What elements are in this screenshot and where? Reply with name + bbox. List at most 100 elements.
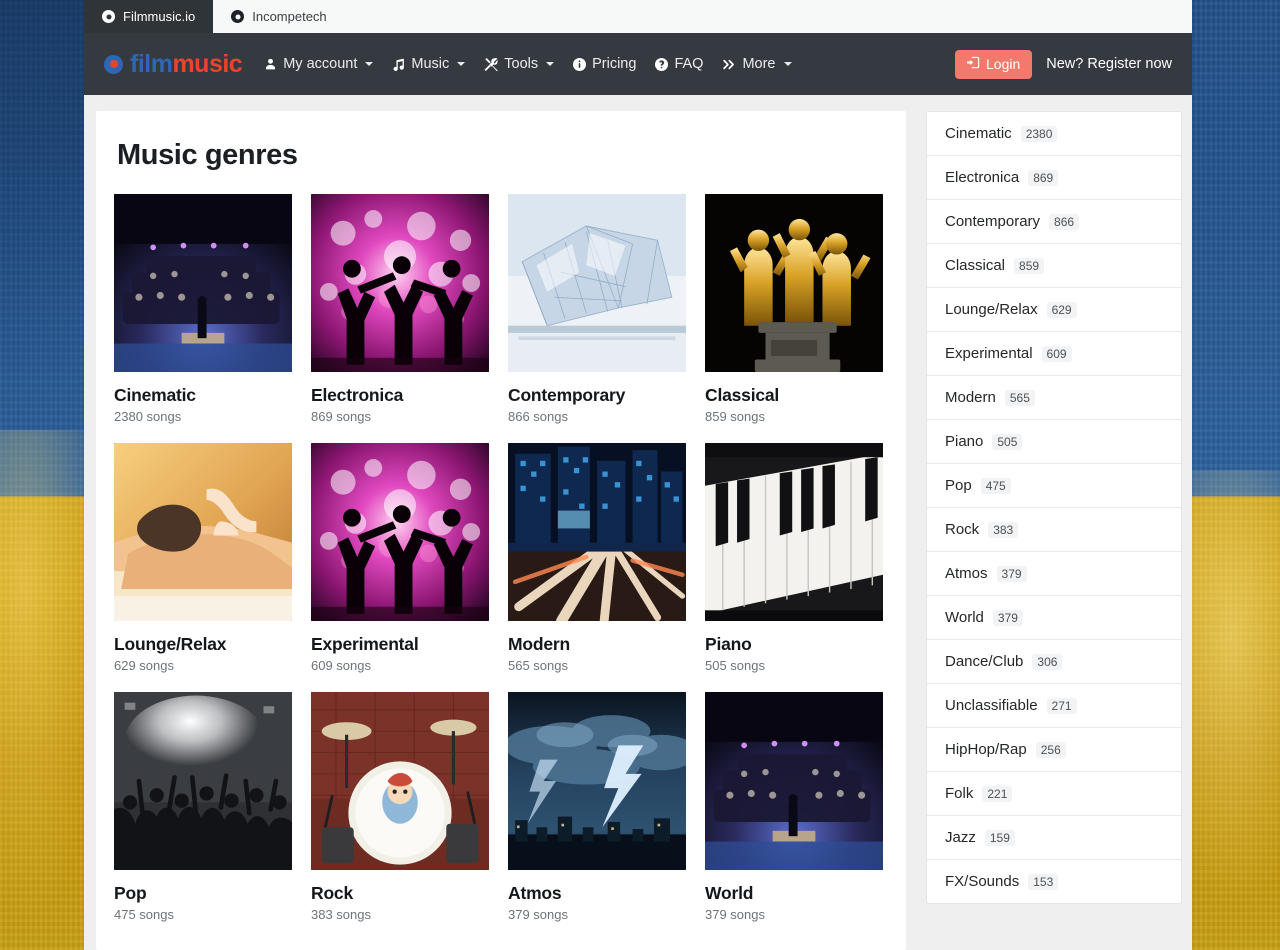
piano-keys-photo[interactable] — [705, 443, 883, 621]
user-icon — [264, 58, 277, 71]
genre-card[interactable]: World 379 songs — [705, 692, 883, 922]
sidebar-item-hiphop-rap[interactable]: HipHop/Rap 256 — [927, 728, 1181, 772]
sidebar-item-label: Atmos — [945, 565, 988, 582]
genre-card-count: 609 songs — [311, 658, 371, 673]
genre-grid: Cinematic 2380 songs Electronica 869 songs C… — [114, 194, 888, 922]
genre-card-count: 383 songs — [311, 907, 371, 922]
site-logo[interactable]: filmmusic — [104, 50, 243, 79]
sidebar-item-label: Pop — [945, 477, 972, 494]
sidebar-item-label: Modern — [945, 389, 996, 406]
dancers-bokeh-photo[interactable] — [311, 194, 489, 372]
genre-card[interactable]: Atmos 379 songs — [508, 692, 686, 922]
login-button-label: Login — [986, 55, 1021, 72]
nav-item-pricing[interactable]: Pricing — [573, 56, 636, 72]
chevron-down-icon — [546, 62, 555, 66]
sidebar-item-fx-sounds[interactable]: FX/Sounds 153 — [927, 860, 1181, 903]
golden-statues-photo[interactable] — [705, 194, 883, 372]
dancers-bokeh-photo[interactable] — [311, 443, 489, 621]
sidebar-item-count: 475 — [980, 477, 1011, 494]
genre-card-title: Piano — [705, 634, 752, 654]
sidebar-item-unclassifiable[interactable]: Unclassifiable 271 — [927, 684, 1181, 728]
lightning-storm-photo[interactable] — [508, 692, 686, 870]
sidebar-item-experimental[interactable]: Experimental 609 — [927, 332, 1181, 376]
sidebar-item-world[interactable]: World 379 — [927, 596, 1181, 640]
sidebar-item-count: 859 — [1014, 257, 1045, 274]
genre-card-title: Modern — [508, 634, 570, 654]
glass-architecture-photo[interactable] — [508, 194, 686, 372]
genre-card-count: 859 songs — [705, 409, 765, 424]
sidebar-item-count: 565 — [1004, 389, 1035, 406]
nav-item-label: Music — [411, 56, 450, 72]
sidebar-item-modern[interactable]: Modern 565 — [927, 376, 1181, 420]
music-note-icon — [392, 58, 405, 71]
info-circle-icon — [573, 57, 587, 71]
sidebar-item-jazz[interactable]: Jazz 159 — [927, 816, 1181, 860]
genre-card-title: Pop — [114, 883, 147, 903]
city-night-traffic-photo[interactable] — [508, 443, 686, 621]
orchestra-stage-photo[interactable] — [705, 692, 883, 870]
genre-card[interactable]: Experimental 609 songs — [311, 443, 489, 673]
nav-item-label: My account — [283, 56, 358, 72]
browser-tabstrip: Filmmusic.io Incompetech — [84, 0, 1192, 33]
orchestra-stage-photo[interactable] — [114, 194, 292, 372]
concert-crowd-photo[interactable] — [114, 692, 292, 870]
sidebar-item-label: Lounge/Relax — [945, 301, 1038, 318]
nav-item-tools[interactable]: Tools — [484, 56, 555, 72]
genre-card[interactable]: Piano 505 songs — [705, 443, 883, 673]
genre-card[interactable]: Lounge/Relax 629 songs — [114, 443, 292, 673]
nav-item-my-account[interactable]: My account — [264, 56, 374, 72]
sidebar-item-label: Folk — [945, 785, 974, 802]
sidebar-item-piano[interactable]: Piano 505 — [927, 420, 1181, 464]
genre-card-title: Cinematic — [114, 385, 196, 405]
sidebar-item-count: 256 — [1035, 741, 1066, 758]
sidebar-item-count: 609 — [1041, 345, 1072, 362]
sidebar-item-cinematic[interactable]: Cinematic 2380 — [927, 112, 1181, 156]
site-navbar: filmmusic My account Music Tools Pricing FAQ… — [84, 33, 1192, 95]
genre-card-count: 869 songs — [311, 409, 371, 424]
sidebar-item-count: 379 — [996, 565, 1027, 582]
genre-card[interactable]: Pop 475 songs — [114, 692, 292, 922]
sidebar-item-count: 505 — [992, 433, 1023, 450]
sidebar-item-label: HipHop/Rap — [945, 741, 1027, 758]
nav-item-faq[interactable]: FAQ — [655, 56, 703, 72]
sidebar-item-atmos[interactable]: Atmos 379 — [927, 552, 1181, 596]
sidebar-item-label: Contemporary — [945, 213, 1041, 230]
sidebar-item-classical[interactable]: Classical 859 — [927, 244, 1181, 288]
genre-card-count: 565 songs — [508, 658, 568, 673]
chevron-double-right-icon — [722, 58, 736, 71]
background-shade-left — [0, 0, 90, 500]
browser-tab[interactable]: Incompetech — [213, 0, 344, 33]
drum-kit-photo[interactable] — [311, 692, 489, 870]
sidebar-item-count: 221 — [982, 785, 1013, 802]
sidebar-item-count: 383 — [988, 521, 1019, 538]
nav-item-more[interactable]: More — [722, 56, 792, 72]
genre-card[interactable]: Electronica 869 songs — [311, 194, 489, 424]
genres-content-card: Music genres Cinematic 2380 songs Electron… — [96, 111, 906, 950]
sidebar-item-lounge-relax[interactable]: Lounge/Relax 629 — [927, 288, 1181, 332]
sidebar-item-folk[interactable]: Folk 221 — [927, 772, 1181, 816]
sign-in-icon — [967, 56, 980, 72]
tools-icon — [484, 57, 498, 71]
sidebar-item-label: Unclassifiable — [945, 697, 1038, 714]
sidebar-item-rock[interactable]: Rock 383 — [927, 508, 1181, 552]
sidebar-item-label: Rock — [945, 521, 980, 538]
genre-card[interactable]: Rock 383 songs — [311, 692, 489, 922]
register-link[interactable]: New? Register now — [1046, 56, 1172, 72]
genre-card[interactable]: Contemporary 866 songs — [508, 194, 686, 424]
login-button[interactable]: Login — [955, 49, 1033, 79]
chevron-down-icon — [457, 62, 466, 66]
genre-card-count: 2380 songs — [114, 409, 182, 424]
genre-card[interactable]: Classical 859 songs — [705, 194, 883, 424]
nav-item-label: Pricing — [592, 56, 637, 72]
nav-item-music[interactable]: Music — [392, 56, 466, 72]
genre-card[interactable]: Cinematic 2380 songs — [114, 194, 292, 424]
spa-massage-photo[interactable] — [114, 443, 292, 621]
sidebar-item-dance-club[interactable]: Dance/Club 306 — [927, 640, 1181, 684]
genre-card[interactable]: Modern 565 songs — [508, 443, 686, 673]
sidebar-item-electronica[interactable]: Electronica 869 — [927, 156, 1181, 200]
sidebar-item-pop[interactable]: Pop 475 — [927, 464, 1181, 508]
genre-card-title: Atmos — [508, 883, 562, 903]
sidebar-item-contemporary[interactable]: Contemporary 866 — [927, 200, 1181, 244]
sidebar-item-count: 629 — [1046, 301, 1077, 318]
browser-tab[interactable]: Filmmusic.io — [84, 0, 214, 33]
